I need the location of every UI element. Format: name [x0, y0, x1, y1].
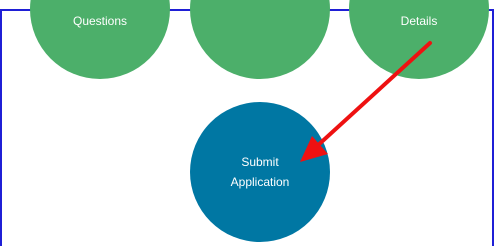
submit-application-label: Submit Application: [230, 155, 290, 189]
step-questions-label: Questions: [72, 14, 128, 28]
submit-application-button[interactable]: Submit Application: [190, 102, 330, 242]
step-details-label: Details: [400, 14, 438, 28]
